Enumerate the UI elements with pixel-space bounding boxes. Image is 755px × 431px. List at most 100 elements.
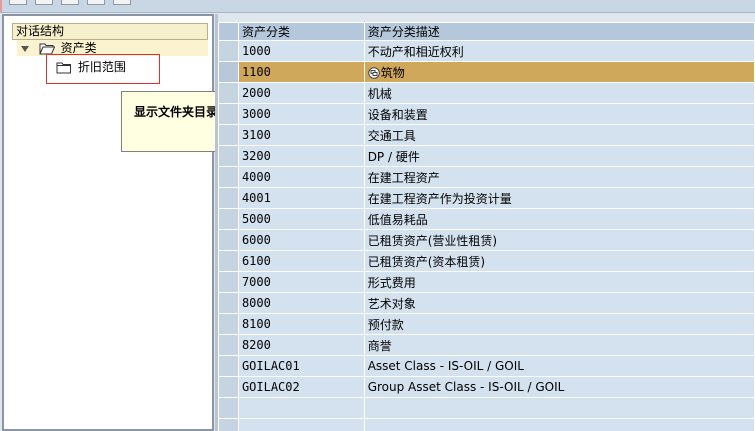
asset-class-desc-cell[interactable]: Group Asset Class - IS-OIL / GOIL	[363, 376, 755, 398]
table-row[interactable]: GOILAC02 Group Asset Class - IS-OIL / GOI…	[218, 376, 755, 398]
asset-class-cell[interactable]: 3000	[237, 103, 365, 125]
asset-class-desc-cell[interactable]: 已租赁资产(营业性租赁)	[363, 229, 755, 251]
table-row[interactable]: 4000 在建工程资产	[218, 166, 755, 188]
table-row[interactable]: 6100 已租赁资产(资本租赁)	[218, 250, 755, 272]
table-row[interactable]: 8100 预付款	[218, 313, 755, 335]
asset-class-cell[interactable]	[237, 397, 365, 419]
row-selector[interactable]	[218, 418, 239, 431]
toolbar-button-2[interactable]	[35, 0, 53, 5]
asset-class-desc-cell[interactable]	[363, 418, 755, 431]
row-selector[interactable]	[218, 40, 239, 62]
asset-class-desc-cell[interactable]: 已租赁资产(资本租赁)	[363, 250, 755, 272]
asset-class-cell[interactable]: GOILAC02	[237, 376, 365, 398]
table-body: 1000 不动产和相近权利 1100 筑物 2000 机械 3000 设备和装置 3100 交通工…	[218, 40, 755, 431]
row-selector[interactable]	[218, 229, 239, 251]
table-row[interactable]: 3000 设备和装置	[218, 103, 755, 125]
asset-class-table-wrap: 资产分类 资产分类描述 1000 不动产和相近权利 1100 筑物 2000 机械 3000…	[218, 22, 755, 431]
row-selector[interactable]	[218, 145, 239, 167]
toolbar-button-5[interactable]	[113, 0, 131, 5]
asset-class-cell[interactable]: 1100	[237, 61, 365, 83]
table-row[interactable]: 3100 交通工具	[218, 124, 755, 146]
asset-class-cell[interactable]: 6100	[237, 250, 365, 272]
move-cursor-icon	[367, 67, 380, 79]
asset-class-cell[interactable]: 5000	[237, 208, 365, 230]
row-selector[interactable]	[218, 82, 239, 104]
asset-class-cell[interactable]: 4000	[237, 166, 365, 188]
table-row[interactable]: 4001 在建工程资产作为投资计量	[218, 187, 755, 209]
row-selector[interactable]	[218, 103, 239, 125]
asset-class-desc-cell[interactable]: 不动产和相近权利	[363, 40, 755, 62]
asset-class-desc-cell[interactable]: DP / 硬件	[363, 145, 755, 167]
table-row[interactable]: 2000 机械	[218, 82, 755, 104]
row-selector[interactable]	[218, 271, 239, 293]
asset-class-desc-cell[interactable]: 在建工程资产	[363, 166, 755, 188]
table-row[interactable]: 6000 已租赁资产(营业性租赁)	[218, 229, 755, 251]
asset-class-desc-text: 已租赁资产(资本租赁)	[367, 254, 486, 269]
asset-class-cell[interactable]: 4001	[237, 187, 365, 209]
asset-class-desc-cell[interactable]: 在建工程资产作为投资计量	[363, 187, 755, 209]
row-selector[interactable]	[218, 292, 239, 314]
asset-class-desc-text: 已租赁资产(营业性租赁)	[367, 233, 498, 248]
row-selector[interactable]	[218, 166, 239, 188]
asset-class-cell[interactable]: 8200	[237, 334, 365, 356]
toolbar-button-3[interactable]	[61, 0, 79, 5]
table-row[interactable]	[218, 397, 755, 419]
row-selector[interactable]	[218, 250, 239, 272]
asset-class-cell[interactable]: 3200	[237, 145, 365, 167]
table-row[interactable]: GOILAC01 Asset Class - IS-OIL / GOIL	[218, 355, 755, 377]
column-header-asset-class-desc[interactable]: 资产分类描述	[363, 22, 755, 41]
tree-node-depreciation-area[interactable]: 折旧范围	[56, 59, 126, 75]
asset-class-desc-text: 商誉	[367, 338, 392, 353]
toolbar-button-4[interactable]	[87, 0, 105, 5]
row-selector[interactable]	[218, 355, 239, 377]
table-row[interactable]: 1100 筑物	[218, 61, 755, 83]
table-row[interactable]: 3200 DP / 硬件	[218, 145, 755, 167]
row-selector[interactable]	[218, 124, 239, 146]
row-selector[interactable]	[218, 187, 239, 209]
column-header-asset-class[interactable]: 资产分类	[237, 22, 365, 41]
row-selector[interactable]	[218, 397, 239, 419]
table-row[interactable]: 5000 低值易耗品	[218, 208, 755, 230]
row-selector-header[interactable]	[218, 22, 239, 41]
asset-class-cell[interactable]: 7000	[237, 271, 365, 293]
asset-class-desc-cell[interactable]: 低值易耗品	[363, 208, 755, 230]
row-selector[interactable]	[218, 334, 239, 356]
row-selector[interactable]	[218, 61, 239, 83]
table-row[interactable]: 1000 不动产和相近权利	[218, 40, 755, 62]
tree-node-asset-class[interactable]: 资产类	[17, 40, 208, 56]
asset-class-desc-cell[interactable]: 艺术对象	[363, 292, 755, 314]
asset-class-cell[interactable]: 8100	[237, 313, 365, 335]
asset-class-cell[interactable]: GOILAC01	[237, 355, 365, 377]
asset-class-desc-cell[interactable]: 预付款	[363, 313, 755, 335]
asset-class-desc-cell[interactable]: 形式费用	[363, 271, 755, 293]
table-row[interactable]: 8000 艺术对象	[218, 292, 755, 314]
asset-class-desc-cell[interactable]: Asset Class - IS-OIL / GOIL	[363, 355, 755, 377]
asset-class-cell[interactable]: 2000	[237, 82, 365, 104]
row-selector[interactable]	[218, 313, 239, 335]
table-row[interactable]: 7000 形式费用	[218, 271, 755, 293]
asset-class-cell[interactable]: 8000	[237, 292, 365, 314]
folder-icon	[56, 62, 71, 74]
asset-class-desc-text: Group Asset Class - IS-OIL / GOIL	[367, 380, 565, 394]
asset-class-desc-cell[interactable]: 设备和装置	[363, 103, 755, 125]
asset-class-cell[interactable]: 6000	[237, 229, 365, 251]
asset-class-desc-text: 在建工程资产作为投资计量	[367, 191, 512, 206]
asset-class-desc-cell[interactable]: 商誉	[363, 334, 755, 356]
asset-class-cell[interactable]	[237, 418, 365, 431]
asset-class-desc-cell[interactable]: 筑物	[363, 61, 755, 83]
asset-class-desc-cell[interactable]	[363, 397, 755, 419]
asset-class-desc-cell[interactable]: 机械	[363, 82, 755, 104]
table-header-row: 资产分类 资产分类描述	[218, 22, 755, 41]
table-row[interactable]: 8200 商誉	[218, 334, 755, 356]
tooltip: 显示文件夹目录	[121, 91, 229, 152]
row-selector[interactable]	[218, 208, 239, 230]
asset-class-cell[interactable]: 3100	[237, 124, 365, 146]
asset-class-desc-cell[interactable]: 交通工具	[363, 124, 755, 146]
asset-class-cell[interactable]: 1000	[237, 40, 365, 62]
row-selector[interactable]	[218, 376, 239, 398]
table-row[interactable]	[218, 418, 755, 431]
asset-class-desc-text: 设备和装置	[367, 107, 428, 122]
toolbar-button-1[interactable]	[9, 0, 27, 5]
expand-triangle-icon[interactable]	[21, 45, 29, 52]
asset-class-desc-text: 不动产和相近权利	[367, 44, 464, 59]
